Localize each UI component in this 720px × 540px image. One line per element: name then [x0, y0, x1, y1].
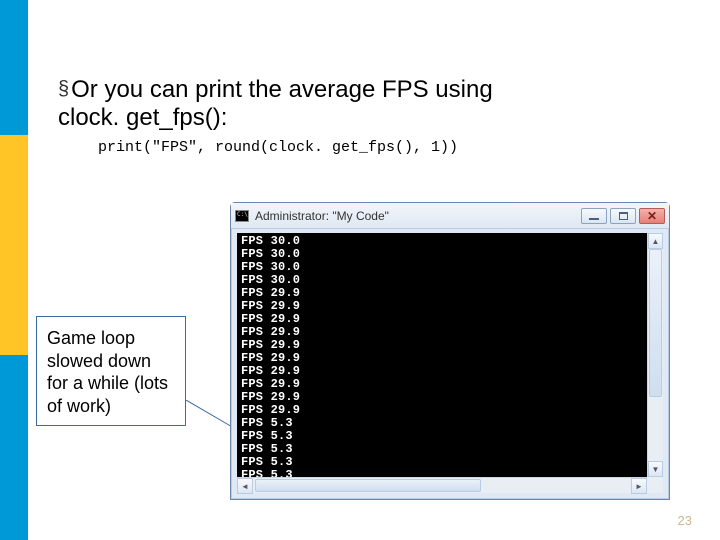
slide-content: §Or you can print the average FPS using … — [58, 76, 698, 156]
vertical-scrollbar[interactable]: ▲ ▼ — [647, 233, 663, 477]
console-window: Administrator: "My Code" ✕ FPS 30.0 FPS … — [230, 202, 670, 500]
minimize-icon — [589, 218, 599, 220]
bullet-line2: clock. get_fps(): — [58, 104, 227, 131]
code-snippet: print("FPS", round(clock. get_fps(), 1)) — [98, 139, 698, 156]
minimize-button[interactable] — [581, 208, 607, 224]
hscroll-thumb[interactable] — [255, 479, 481, 492]
scroll-right-button[interactable]: ► — [631, 478, 647, 494]
sidebar-accent-yellow — [0, 135, 28, 355]
scroll-thumb[interactable] — [649, 249, 662, 397]
close-icon: ✕ — [647, 210, 657, 222]
maximize-button[interactable] — [610, 208, 636, 224]
scroll-down-button[interactable]: ▼ — [648, 461, 663, 477]
console-body: FPS 30.0 FPS 30.0 FPS 30.0 FPS 30.0 FPS … — [237, 233, 663, 493]
scroll-up-button[interactable]: ▲ — [648, 233, 663, 249]
page-number: 23 — [678, 513, 692, 528]
resize-grip[interactable] — [647, 477, 663, 493]
horizontal-scrollbar[interactable]: ◄ ► — [237, 477, 647, 493]
console-output: FPS 30.0 FPS 30.0 FPS 30.0 FPS 30.0 FPS … — [237, 233, 663, 493]
callout-connector — [186, 400, 236, 430]
window-titlebar[interactable]: Administrator: "My Code" ✕ — [231, 203, 669, 229]
window-title: Administrator: "My Code" — [255, 209, 575, 223]
scroll-track[interactable] — [648, 249, 663, 461]
bullet-marker: § — [58, 78, 69, 100]
bullet-line1: Or you can print the average FPS using — [71, 76, 493, 103]
window-buttons: ✕ — [581, 208, 665, 224]
callout-text: Game loop slowed down for a while (lots … — [47, 328, 168, 416]
cmd-icon — [235, 210, 249, 222]
callout-box: Game loop slowed down for a while (lots … — [36, 316, 186, 426]
bullet-text: §Or you can print the average FPS using … — [58, 76, 698, 131]
scroll-left-button[interactable]: ◄ — [237, 478, 253, 494]
maximize-icon — [619, 212, 628, 220]
close-button[interactable]: ✕ — [639, 208, 665, 224]
